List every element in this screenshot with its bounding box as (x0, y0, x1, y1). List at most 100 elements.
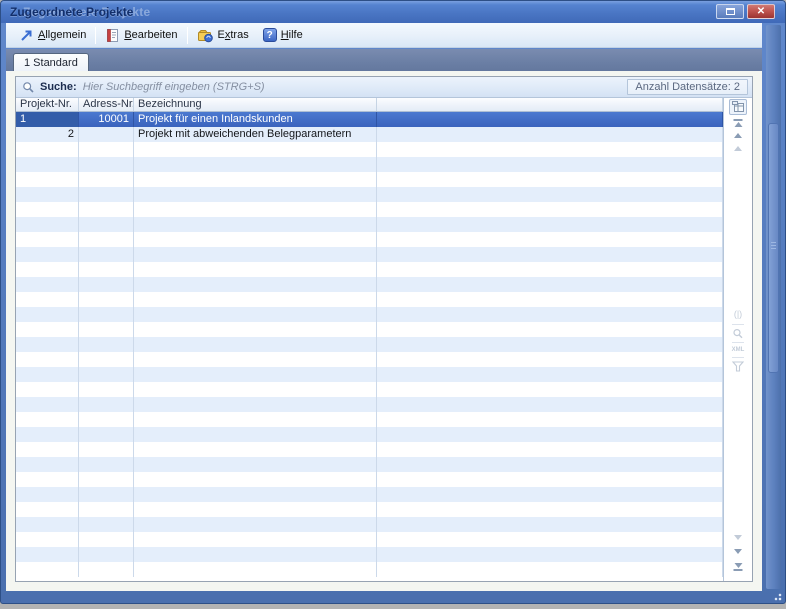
table-cell[interactable] (16, 547, 79, 562)
table-cell[interactable] (79, 217, 134, 232)
table-cell[interactable] (377, 247, 723, 262)
table-cell[interactable] (134, 172, 377, 187)
table-row[interactable] (16, 187, 723, 202)
table-cell[interactable] (377, 337, 723, 352)
table-cell[interactable] (134, 307, 377, 322)
table-cell[interactable] (134, 157, 377, 172)
scroll-up-icon[interactable] (734, 133, 742, 138)
table-row[interactable]: 2 Projekt mit abweichenden Belegparameter… (16, 127, 723, 142)
window-scrollbar-thumb[interactable] (768, 123, 779, 373)
table-cell[interactable] (134, 382, 377, 397)
table-cell[interactable] (16, 142, 79, 157)
table-cell[interactable] (377, 517, 723, 532)
table-cell[interactable] (79, 472, 134, 487)
table-cell[interactable] (79, 157, 134, 172)
table-row[interactable] (16, 217, 723, 232)
table-cell[interactable] (79, 457, 134, 472)
table-row[interactable] (16, 532, 723, 547)
table-cell[interactable] (79, 487, 134, 502)
table-cell[interactable]: Projekt mit abweichenden Belegparametern (134, 127, 377, 142)
table-cell[interactable] (377, 172, 723, 187)
table-cell[interactable] (79, 142, 134, 157)
table-row[interactable] (16, 487, 723, 502)
table-cell[interactable] (16, 337, 79, 352)
table-cell[interactable] (16, 202, 79, 217)
table-cell[interactable]: 1 (16, 112, 79, 127)
table-row[interactable] (16, 442, 723, 457)
table-cell[interactable] (16, 217, 79, 232)
header-adress-nr[interactable]: Adress-Nr. (79, 98, 134, 111)
table-row[interactable] (16, 517, 723, 532)
table-cell[interactable] (377, 397, 723, 412)
table-cell[interactable] (79, 172, 134, 187)
table-cell[interactable] (134, 472, 377, 487)
table-row[interactable] (16, 232, 723, 247)
table-cell[interactable] (16, 172, 79, 187)
table-cell[interactable] (79, 367, 134, 382)
table-cell[interactable] (134, 397, 377, 412)
table-cell[interactable] (16, 322, 79, 337)
table-cell[interactable] (79, 442, 134, 457)
table-cell[interactable] (377, 562, 723, 577)
close-button[interactable]: ✕ (747, 4, 775, 19)
menu-allgemein[interactable]: Allgemein (12, 26, 93, 45)
table-cell[interactable] (134, 292, 377, 307)
table-cell[interactable] (377, 187, 723, 202)
table-cell[interactable] (79, 127, 134, 142)
table-cell[interactable] (134, 502, 377, 517)
table-cell[interactable] (79, 262, 134, 277)
table-cell[interactable] (377, 487, 723, 502)
table-cell[interactable] (16, 442, 79, 457)
table-cell[interactable] (16, 352, 79, 367)
table-cell[interactable] (377, 112, 723, 127)
table-cell[interactable] (377, 367, 723, 382)
page-down-icon[interactable] (734, 535, 742, 540)
restore-button[interactable] (716, 4, 744, 19)
table-cell[interactable] (16, 517, 79, 532)
table-cell[interactable] (134, 337, 377, 352)
table-row[interactable] (16, 457, 723, 472)
menu-extras[interactable]: Extras (190, 26, 256, 45)
table-cell[interactable] (377, 307, 723, 322)
filter-icon[interactable] (732, 361, 744, 372)
table-cell[interactable] (16, 397, 79, 412)
table-cell[interactable] (377, 202, 723, 217)
table-row[interactable] (16, 172, 723, 187)
table-cell[interactable] (377, 442, 723, 457)
table-cell[interactable] (79, 562, 134, 577)
table-cell[interactable] (377, 322, 723, 337)
table-cell[interactable] (16, 367, 79, 382)
table-cell[interactable]: 2 (16, 127, 79, 142)
table-cell[interactable] (134, 322, 377, 337)
table-cell[interactable] (134, 562, 377, 577)
table-cell[interactable] (79, 277, 134, 292)
menu-bearbeiten[interactable]: Bearbeiten (98, 26, 184, 45)
window-scrollbar[interactable] (766, 25, 781, 589)
table-cell[interactable] (134, 232, 377, 247)
table-cell[interactable] (16, 412, 79, 427)
table-cell[interactable] (134, 442, 377, 457)
table-row[interactable] (16, 202, 723, 217)
scroll-first-icon[interactable] (734, 119, 743, 127)
table-row[interactable] (16, 322, 723, 337)
table-cell[interactable] (16, 292, 79, 307)
table-cell[interactable] (79, 532, 134, 547)
table-cell[interactable] (134, 142, 377, 157)
table-row[interactable] (16, 337, 723, 352)
table-row[interactable] (16, 292, 723, 307)
table-cell[interactable] (16, 382, 79, 397)
table-cell[interactable] (79, 547, 134, 562)
table-cell[interactable] (134, 247, 377, 262)
table-cell[interactable] (16, 487, 79, 502)
table-cell[interactable] (16, 502, 79, 517)
table-cell[interactable]: 10001 (79, 112, 134, 127)
table-row[interactable] (16, 562, 723, 577)
table-cell[interactable] (79, 502, 134, 517)
table-cell[interactable] (79, 322, 134, 337)
table-cell[interactable] (377, 352, 723, 367)
table-cell[interactable] (134, 547, 377, 562)
table-cell[interactable] (16, 247, 79, 262)
table-cell[interactable] (16, 562, 79, 577)
table-cell[interactable] (377, 292, 723, 307)
table-row[interactable]: 110001Projekt für einen Inlandskunden (16, 112, 723, 127)
